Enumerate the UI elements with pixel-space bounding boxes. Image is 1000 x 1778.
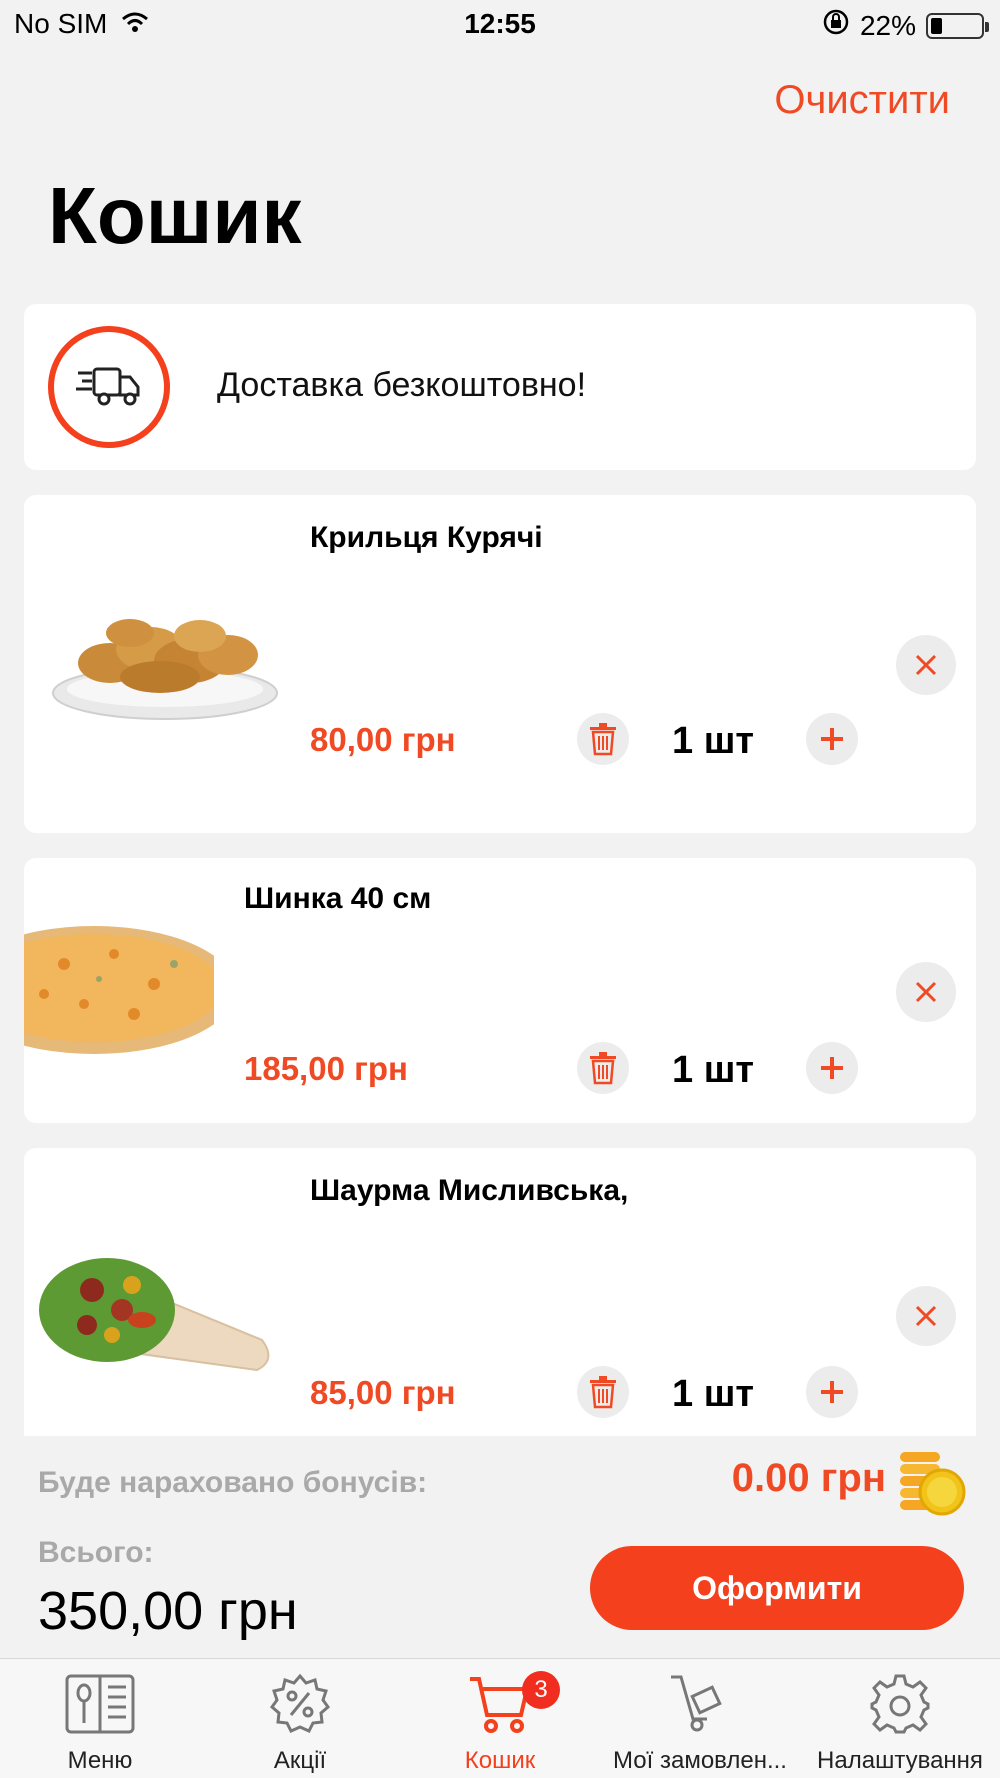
item-quantity: 1 шт — [672, 1049, 754, 1091]
tab-bar: Меню Акції 3 Кошик Мої замовлен... Налаш… — [0, 1658, 1000, 1778]
total-value: 350,00 грн — [38, 1581, 298, 1641]
close-icon — [915, 1305, 937, 1327]
shawarma-image — [32, 1240, 282, 1390]
delete-item-button[interactable] — [577, 1042, 629, 1094]
orders-cart-icon — [671, 1675, 722, 1732]
pizza-image — [24, 924, 214, 1056]
tab-menu[interactable]: Меню — [0, 1659, 200, 1778]
increase-quantity-button[interactable] — [806, 1042, 858, 1094]
item-price: 80,00 грн — [310, 721, 456, 758]
order-summary: Буде нараховано бонусів: 0.00 грн Всього… — [0, 1436, 1000, 1658]
delivery-text: Доставка безкоштовно! — [217, 366, 587, 404]
close-icon — [915, 654, 937, 676]
item-quantity: 1 шт — [672, 720, 754, 762]
cart-item: Шаурма Мисливська, 85,00 грн 1 шт — [24, 1148, 976, 1438]
cart-item: Крильця Курячі 80,00 грн 1 шт — [24, 495, 976, 833]
cart-count-badge: 3 — [522, 1671, 560, 1709]
battery-icon — [926, 12, 989, 39]
item-price: 85,00 грн — [310, 1374, 456, 1411]
checkout-button[interactable]: Оформити — [590, 1546, 964, 1630]
delete-item-button[interactable] — [577, 713, 629, 765]
discount-icon — [269, 1673, 331, 1733]
item-price: 185,00 грн — [244, 1050, 408, 1087]
trash-icon — [590, 723, 616, 756]
bonus-value: 0.00 грн — [731, 1456, 886, 1500]
bonus-label: Буде нараховано бонусів: — [38, 1466, 428, 1499]
battery-level — [931, 17, 942, 34]
plus-icon — [821, 1057, 843, 1079]
tab-label: Налаштування — [817, 1747, 983, 1774]
status-bar: No SIM 12:55 22% — [0, 0, 1000, 52]
trash-icon — [590, 1376, 616, 1409]
tab-settings[interactable]: Налаштування — [800, 1659, 1000, 1778]
clear-cart-button[interactable]: Очистити — [774, 78, 950, 123]
page-title: Кошик — [48, 171, 302, 260]
orientation-lock-icon — [822, 8, 850, 43]
trash-icon — [590, 1052, 616, 1085]
delivery-truck-icon — [48, 326, 170, 448]
tab-label: Акції — [273, 1747, 327, 1774]
plus-icon — [821, 1381, 843, 1403]
tab-promotions[interactable]: Акції — [200, 1659, 400, 1778]
tab-my-orders[interactable]: Мої замовлен... — [600, 1659, 800, 1778]
increase-quantity-button[interactable] — [806, 1366, 858, 1418]
delete-item-button[interactable] — [577, 1366, 629, 1418]
item-name: Крильця Курячі — [310, 521, 543, 554]
chicken-wings-image — [40, 581, 290, 751]
gear-icon — [870, 1674, 930, 1734]
item-quantity: 1 шт — [672, 1373, 754, 1415]
remove-item-button[interactable] — [896, 635, 956, 695]
remove-item-button[interactable] — [896, 962, 956, 1022]
item-name: Шинка 40 см — [244, 882, 432, 915]
total-label: Всього: — [38, 1536, 154, 1569]
tab-cart[interactable]: 3 Кошик — [400, 1659, 600, 1778]
increase-quantity-button[interactable] — [806, 713, 858, 765]
coins-icon — [896, 1448, 966, 1518]
tab-label: Мої замовлен... — [613, 1747, 787, 1774]
remove-item-button[interactable] — [896, 1286, 956, 1346]
item-name: Шаурма Мисливська, — [310, 1174, 629, 1207]
tab-label: Кошик — [464, 1747, 536, 1774]
delivery-banner: Доставка безкоштовно! — [24, 304, 976, 470]
cart-item: Шинка 40 см 185,00 грн 1 шт — [24, 858, 976, 1123]
plus-icon — [821, 728, 843, 750]
menu-book-icon — [65, 1674, 135, 1734]
close-icon — [915, 981, 937, 1003]
battery-percent: 22% — [859, 9, 916, 41]
tab-label: Меню — [67, 1747, 133, 1774]
